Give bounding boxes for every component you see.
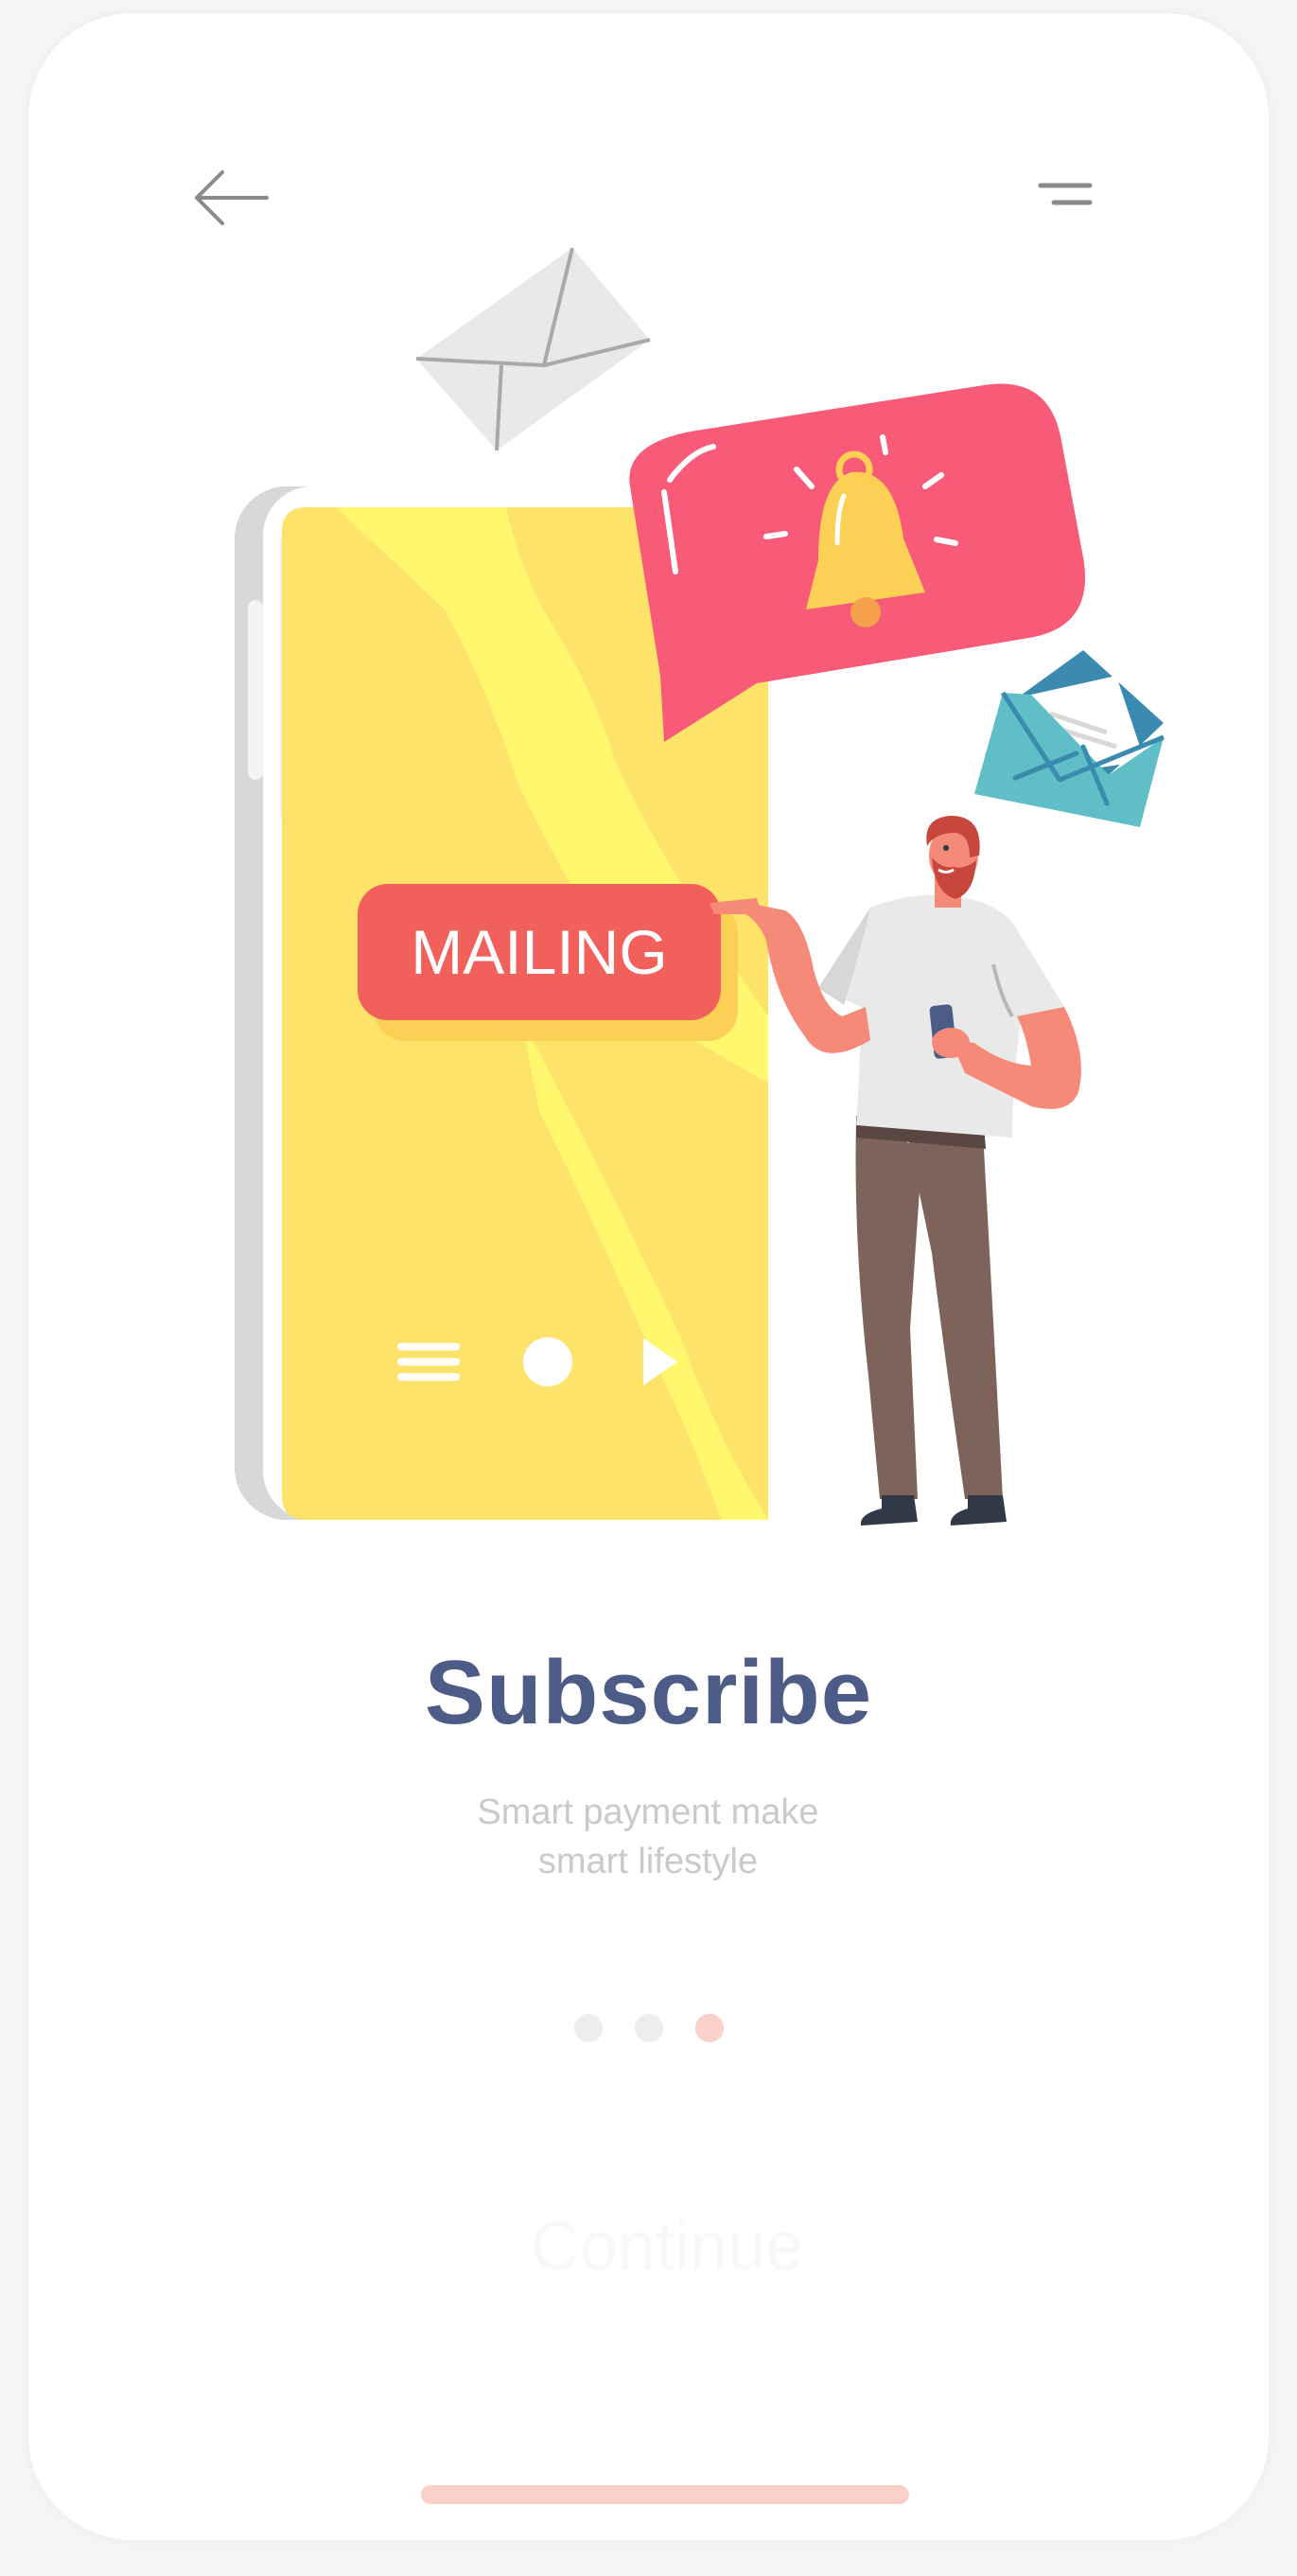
subtitle-line-2: smart lifestyle xyxy=(537,1842,759,1881)
open-envelope-icon xyxy=(974,650,1165,827)
mailing-badge: MAILING xyxy=(358,884,738,1041)
pagination-dot-3-active[interactable] xyxy=(694,2014,724,2042)
page-title: Subscribe xyxy=(424,1642,873,1743)
notification-bubble xyxy=(629,383,1086,742)
pagination-dots xyxy=(28,2014,1269,2042)
home-indicator xyxy=(421,2485,909,2504)
onboarding-screen: MAILING Subscribe Smart payment make sma… xyxy=(28,13,1269,2540)
pagination-dot-2[interactable] xyxy=(634,2014,663,2042)
mailing-label: MAILING xyxy=(411,917,667,987)
page-subtitle: Smart payment make smart lifestyle xyxy=(364,1788,932,1886)
mailing-illustration: MAILING xyxy=(235,247,1165,1526)
subtitle-line-1: Smart payment make xyxy=(477,1792,819,1832)
continue-button[interactable]: Continue xyxy=(170,2161,1164,2332)
pagination-dot-1[interactable] xyxy=(573,2014,603,2042)
floating-envelope-icon xyxy=(415,247,651,451)
